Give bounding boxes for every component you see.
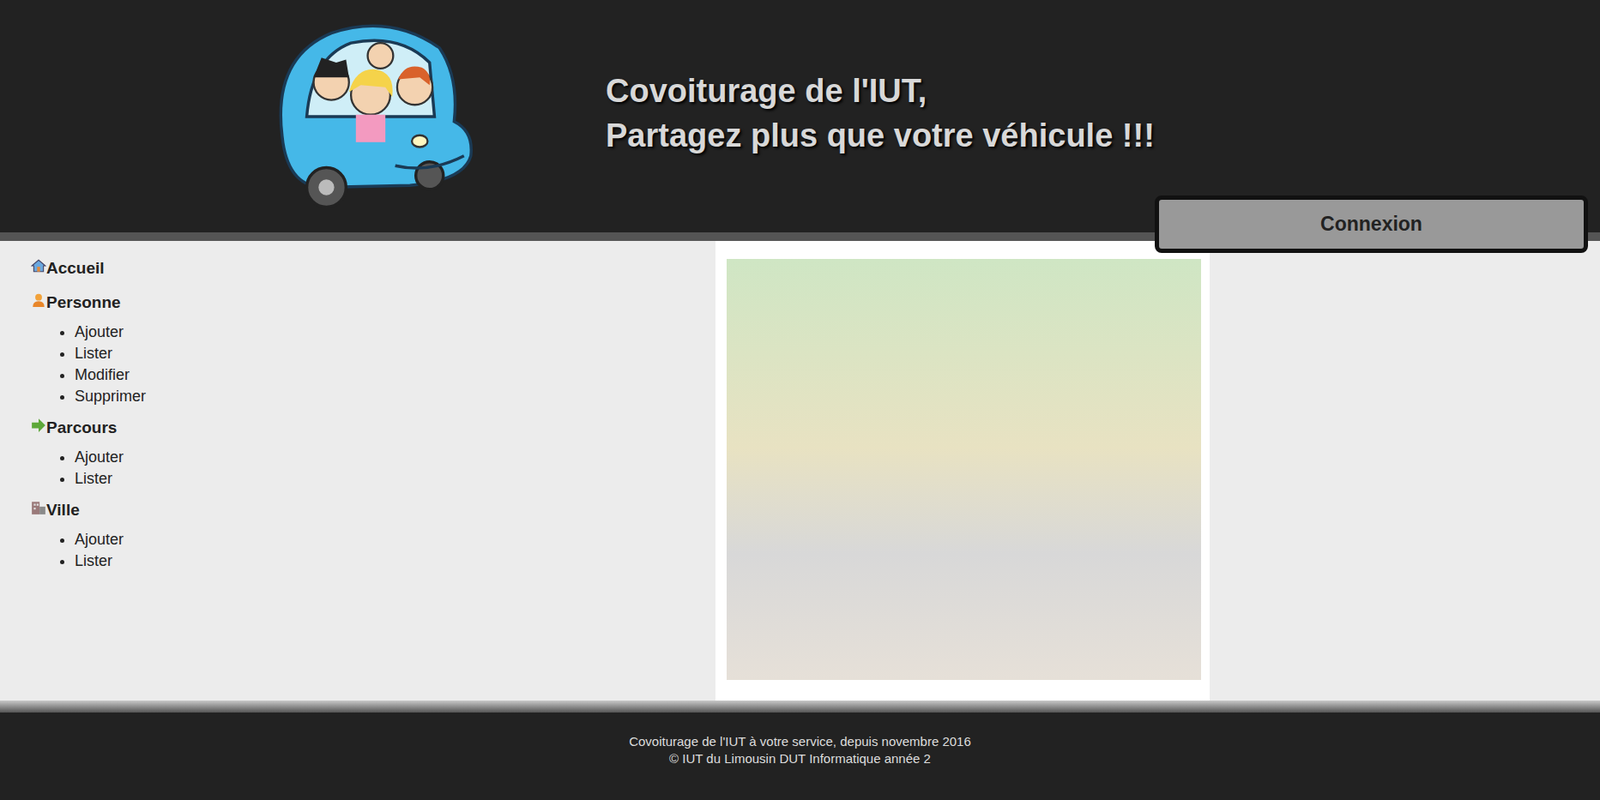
sidebar-item[interactable]: Modifier bbox=[74, 364, 716, 387]
sidebar-item[interactable]: Lister bbox=[74, 468, 716, 490]
footer-line: Covoiturage de l'IUT à votre service, de… bbox=[0, 733, 1600, 751]
arrow-icon bbox=[30, 417, 47, 434]
title-line: Covoiturage de l'IUT, bbox=[605, 68, 1155, 114]
site-title: Covoiturage de l'IUT,Partagez plus que v… bbox=[605, 68, 1155, 165]
title-line: Partagez plus que votre véhicule !!! bbox=[605, 113, 1155, 158]
sidebar-list: AjouterListerModifierSupprimer bbox=[30, 321, 716, 408]
sidebar-heading-label: Personne bbox=[46, 293, 121, 313]
footer-line: © IUT du Limousin DUT Informatique année… bbox=[0, 750, 1600, 768]
sidebar-section: Ville AjouterLister bbox=[30, 496, 716, 573]
person-icon bbox=[30, 292, 47, 308]
car-logo-icon[interactable] bbox=[262, 13, 479, 220]
sidebar-heading-label: Accueil bbox=[46, 259, 105, 278]
sidebar-list: AjouterLister bbox=[30, 529, 716, 573]
sidebar-item[interactable]: Supprimer bbox=[74, 386, 716, 408]
sidebar-list: AjouterLister bbox=[30, 446, 716, 490]
sidebar-section: Parcours AjouterLister bbox=[30, 414, 716, 490]
sidebar-heading-label: Ville bbox=[46, 501, 80, 520]
sidebar-section: Personne AjouterListerModifierSupprimer bbox=[30, 289, 716, 408]
sidebar-item[interactable]: Ajouter bbox=[74, 321, 716, 344]
illustration bbox=[726, 259, 1202, 681]
header: Covoiturage de l'IUT,Partagez plus que v… bbox=[0, 0, 1600, 233]
sidebar-item[interactable]: Ajouter bbox=[74, 446, 716, 469]
sidebar-heading[interactable]: Parcours bbox=[30, 414, 716, 442]
home-icon bbox=[30, 258, 47, 274]
building-icon bbox=[30, 500, 47, 516]
sidebar-heading[interactable]: Personne bbox=[30, 289, 716, 317]
sidebar-item[interactable]: Lister bbox=[74, 343, 716, 365]
sidebar-item[interactable]: Ajouter bbox=[74, 529, 716, 551]
sidebar-section: Accueil bbox=[30, 254, 716, 283]
sidebar-heading[interactable]: Accueil bbox=[30, 254, 716, 283]
sidebar-heading[interactable]: Ville bbox=[30, 496, 716, 525]
sidebar: AccueilPersonneAjouterListerModifierSupp… bbox=[0, 241, 716, 701]
logo[interactable] bbox=[262, 13, 479, 220]
footer-stripe bbox=[0, 700, 1600, 713]
content-panel bbox=[715, 241, 1210, 701]
sidebar-item[interactable]: Lister bbox=[74, 550, 716, 573]
main: AccueilPersonneAjouterListerModifierSupp… bbox=[0, 241, 1600, 701]
footer: Covoiturage de l'IUT à votre service, de… bbox=[0, 712, 1600, 800]
login-button[interactable]: Connexion bbox=[1154, 195, 1588, 254]
sidebar-heading-label: Parcours bbox=[46, 418, 117, 438]
page: Covoiturage de l'IUT,Partagez plus que v… bbox=[0, 0, 1600, 800]
